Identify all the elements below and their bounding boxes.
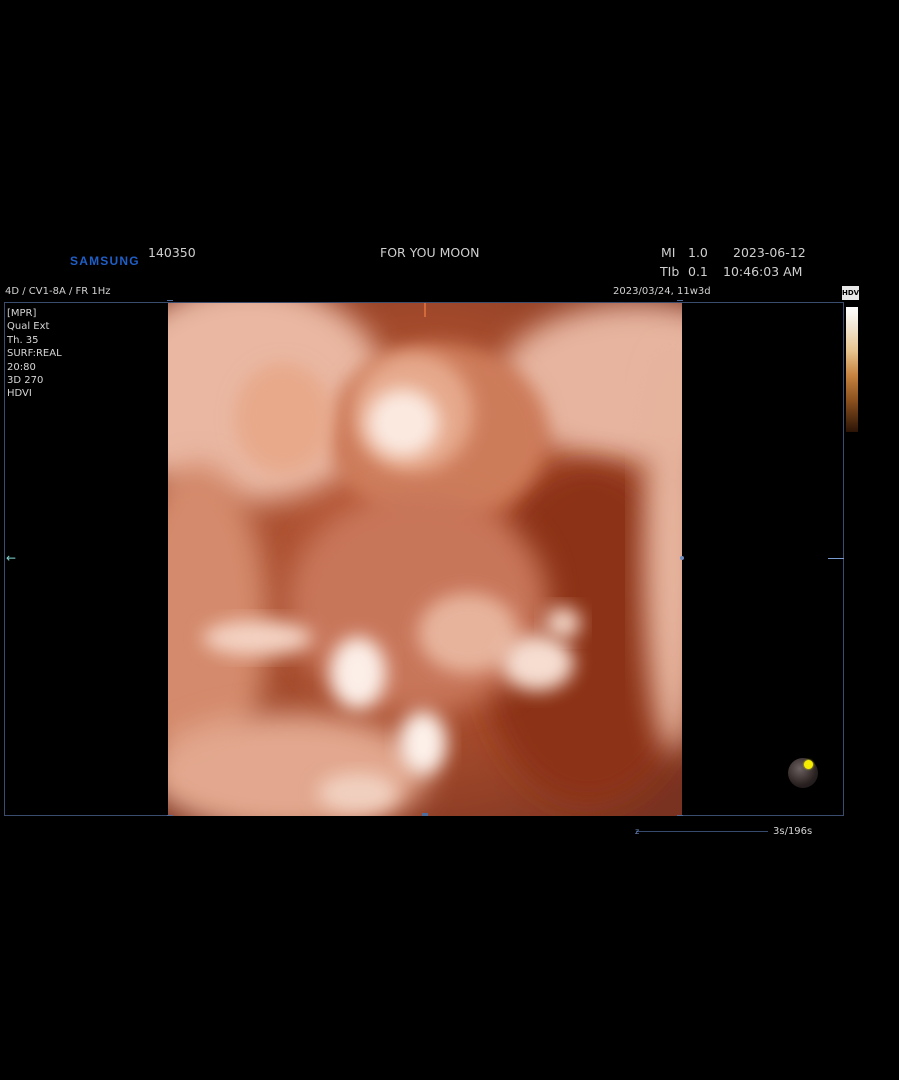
corner-marker-br (677, 815, 683, 816)
param-surface: SURF:REAL (7, 348, 62, 360)
param-ratio: 20:80 (7, 361, 36, 373)
patient-id: 140350 (148, 245, 196, 260)
param-hdvi: HDVI (7, 388, 32, 400)
samsung-logo: SAMSUNG (70, 254, 140, 268)
mi-value: 1.0 (688, 245, 708, 260)
center-marker-right (680, 556, 684, 560)
ultrasound-3d-render[interactable] (168, 303, 682, 816)
param-quality: Qual Ext (7, 321, 50, 333)
probe-info: 4D / CV1-8A / FR 1Hz (5, 286, 111, 297)
hdvi-badge: HDVI (842, 286, 862, 300)
arrow-left-icon[interactable]: ← (6, 551, 16, 565)
cine-counter: 3s/196s (773, 826, 813, 837)
render-colorbar (846, 307, 858, 432)
corner-marker-bl (167, 815, 173, 816)
center-marker-top (424, 303, 426, 317)
fetal-render-illustration (168, 303, 682, 816)
tib-value: 0.1 (688, 264, 708, 279)
exam-date: 2023-06-12 (733, 245, 806, 260)
tib-label: TIb (660, 264, 680, 279)
mi-label: MI (661, 245, 676, 260)
orientation-marker-icon (804, 760, 813, 769)
center-marker-bottom (422, 813, 428, 816)
param-mpr: [MPR] (7, 308, 37, 319)
lmp-ga: 2023/03/24, 11w3d (613, 286, 711, 297)
cine-progress-bar[interactable] (636, 831, 768, 832)
cine-marker[interactable]: z (635, 827, 639, 836)
param-thickness: Th. 35 (7, 334, 39, 346)
parameter-list: [MPR] Qual Ext Th. 35 SURF:REAL 20:80 3D… (7, 307, 62, 401)
param-3d: 3D 270 (7, 375, 44, 387)
corner-marker-tl (167, 300, 173, 301)
right-edge-marker (828, 558, 844, 559)
orientation-sphere-icon[interactable] (788, 758, 818, 788)
exam-time: 10:46:03 AM (723, 264, 803, 279)
corner-marker-tr (677, 300, 683, 301)
patient-name: FOR YOU MOON (380, 245, 480, 260)
